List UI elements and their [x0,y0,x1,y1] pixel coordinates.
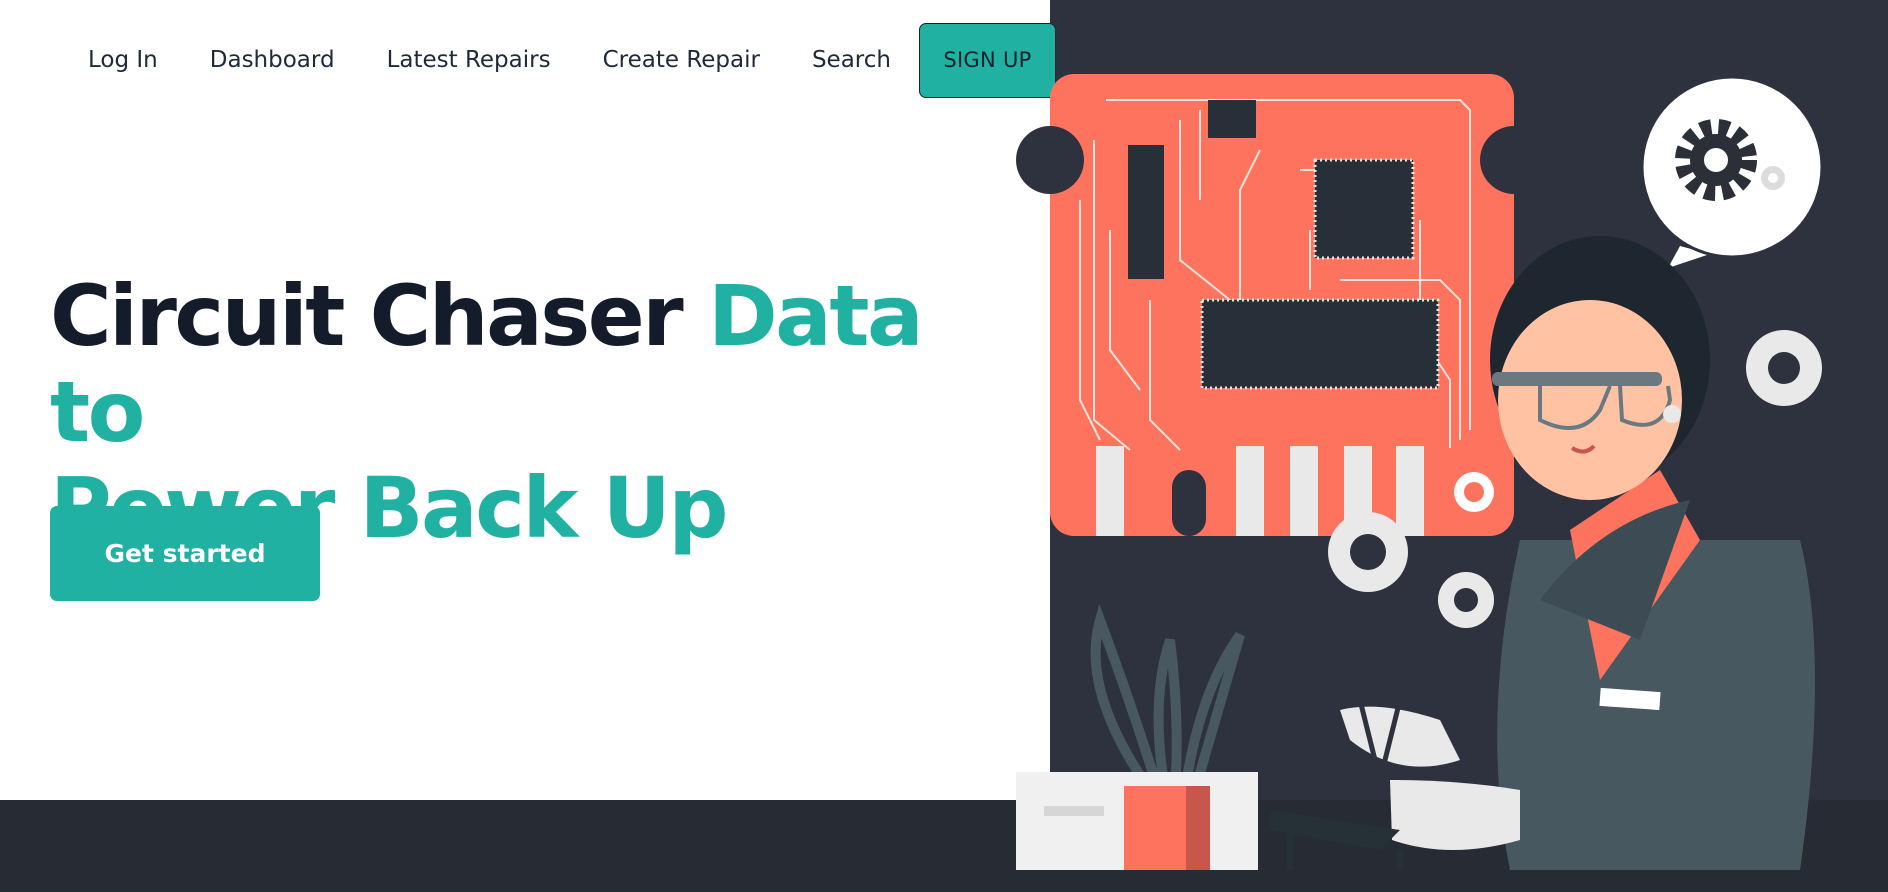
nav-dashboard[interactable]: Dashboard [210,47,335,73]
nav-latest-repairs[interactable]: Latest Repairs [387,47,551,73]
plant-icon [1016,604,1258,870]
get-started-button[interactable]: Get started [50,506,320,601]
nav-log-in[interactable]: Log In [88,47,158,73]
nav-search[interactable]: Search [812,47,891,73]
nav-create-repair[interactable]: Create Repair [603,47,760,73]
technician-illustration [1016,74,1824,870]
top-nav: Log In Dashboard Latest Repairs Create R… [62,22,1056,98]
hero-title-dark: Circuit Chaser [50,267,684,365]
circuit-board-icon [1016,74,1548,536]
